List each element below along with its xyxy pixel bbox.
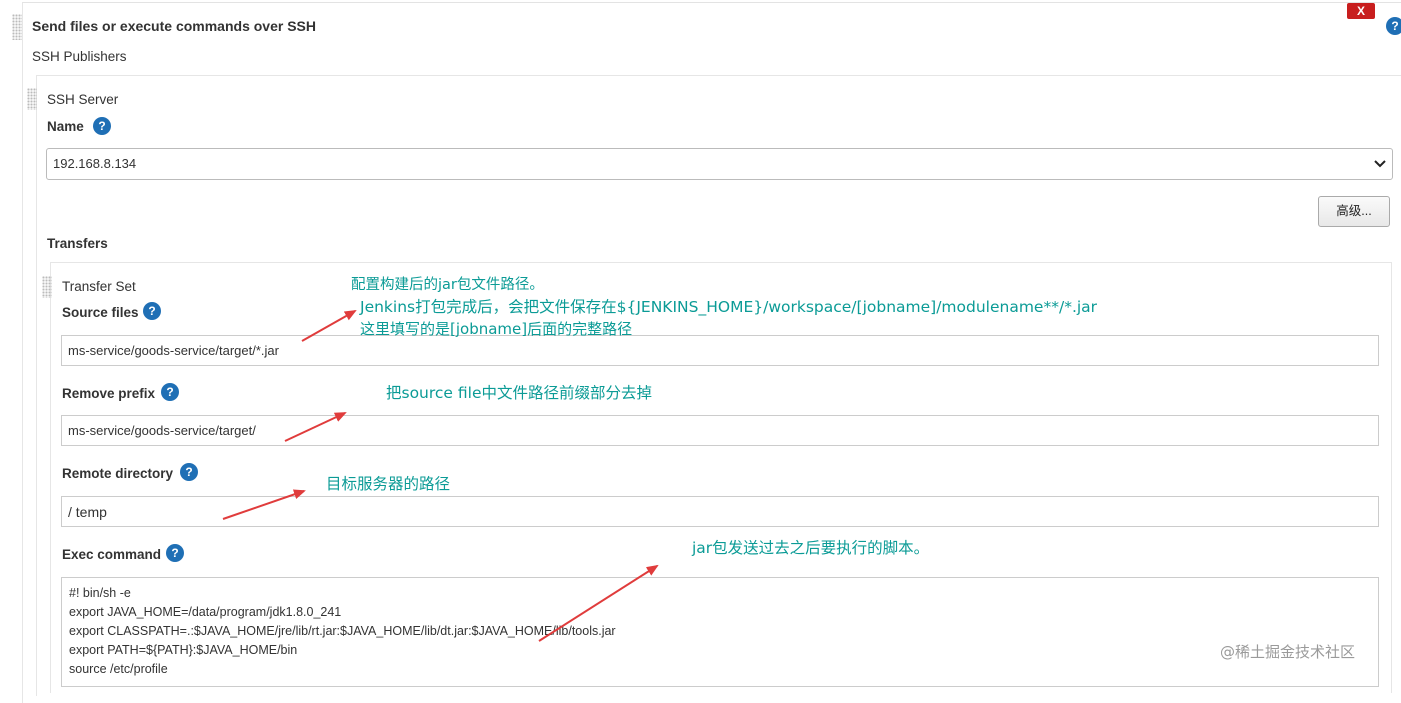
arrow-exec-command: [538, 564, 659, 642]
arrow-source-files: [301, 310, 357, 342]
arrow-remove-prefix: [284, 412, 347, 442]
arrow-remote-directory: [222, 489, 306, 520]
watermark: @稀土掘金技术社区: [1220, 643, 1356, 661]
annotation-arrows: [222, 310, 659, 642]
